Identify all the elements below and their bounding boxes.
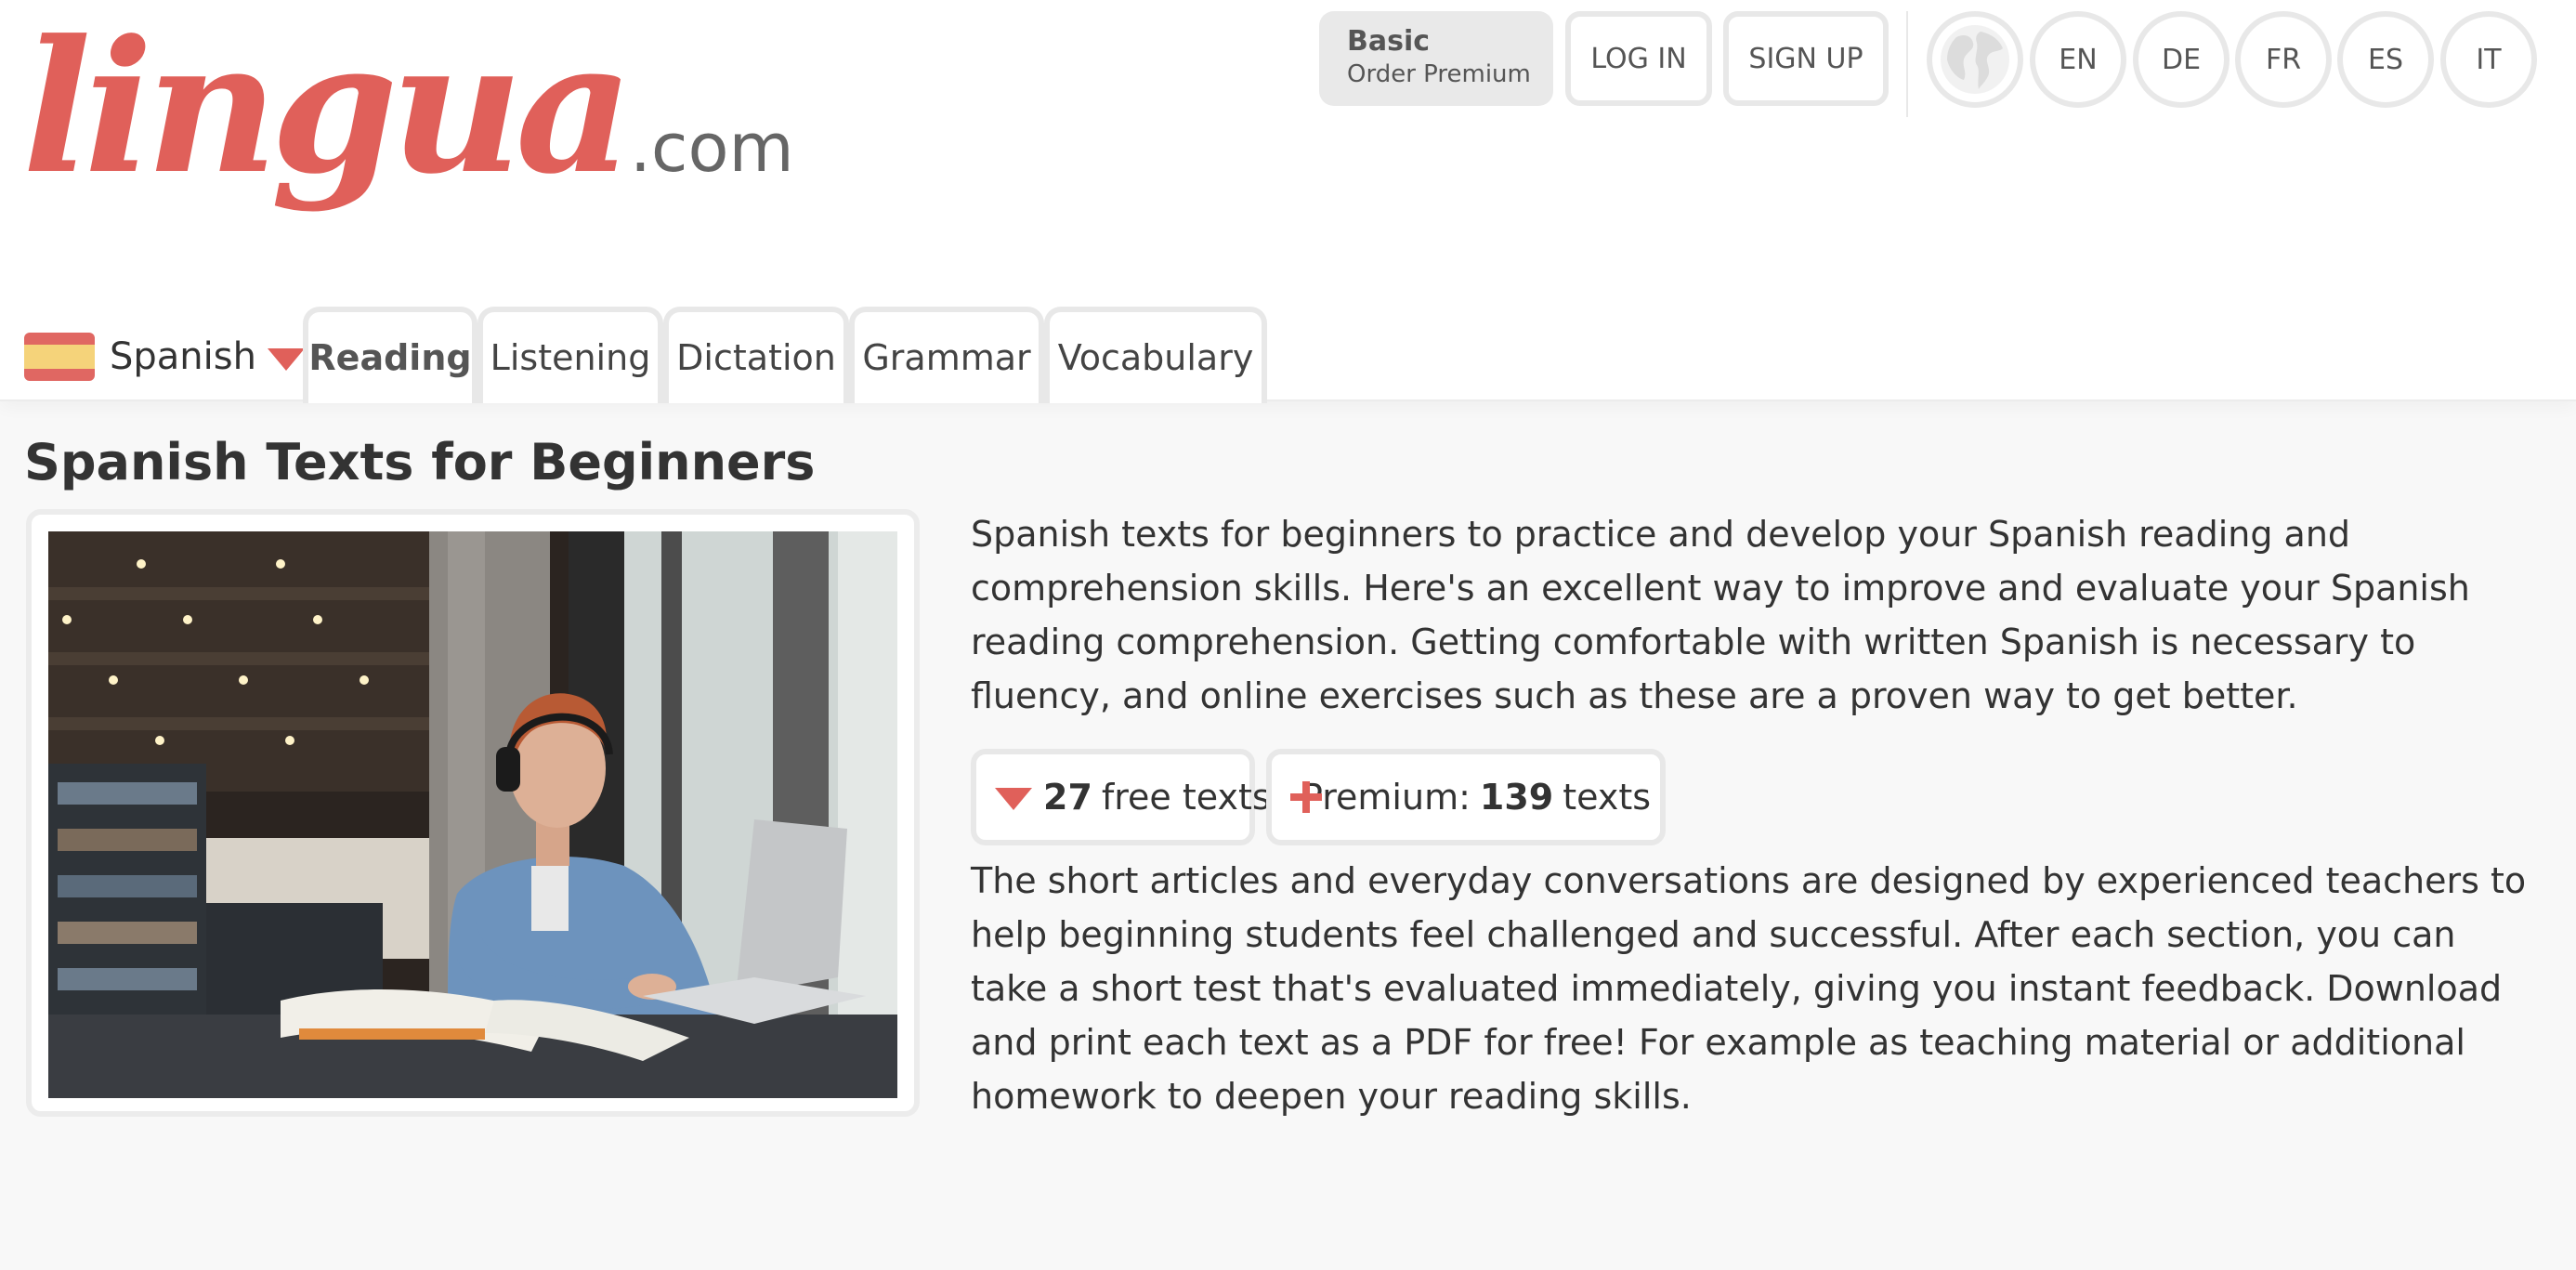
lang-it-button[interactable]: IT: [2440, 11, 2537, 108]
lang-fr-button[interactable]: FR: [2235, 11, 2332, 108]
header-divider: [1906, 11, 1908, 117]
course-language-label: Spanish: [110, 335, 256, 378]
free-label: free texts: [1101, 777, 1271, 818]
premium-texts-chip[interactable]: Premium: 139 texts: [1266, 749, 1666, 845]
spain-flag-icon: [24, 333, 95, 381]
intro-paragraph: Spanish texts for beginners to practice …: [971, 514, 2470, 716]
tab-dictation[interactable]: Dictation: [663, 307, 849, 403]
premium-prefix: Premium:: [1301, 777, 1471, 818]
premium-count: 139: [1479, 777, 1554, 818]
tab-reading[interactable]: Reading: [303, 307, 477, 403]
hero-image-card: [26, 509, 920, 1117]
globe-button[interactable]: [1927, 11, 2023, 108]
body-paragraph: The short articles and everyday conversa…: [971, 860, 2527, 1117]
plan-name: Basic: [1347, 25, 1431, 58]
student-photo: [48, 531, 897, 1098]
caret-down-icon: [267, 348, 305, 371]
lang-en-button[interactable]: EN: [2030, 11, 2126, 108]
site-header: lingua .com Basic Order Premium LOG IN S…: [0, 0, 2576, 403]
tab-vocabulary[interactable]: Vocabulary: [1044, 307, 1267, 403]
lang-de-button[interactable]: DE: [2133, 11, 2229, 108]
tab-grammar[interactable]: Grammar: [849, 307, 1044, 403]
logo-wordmark: lingua: [22, 1, 634, 215]
logo-domain: .com: [629, 109, 794, 187]
free-texts-chip[interactable]: 27 free texts: [971, 749, 1271, 845]
skill-tabs: Reading Listening Dictation Grammar Voca…: [303, 307, 1267, 403]
page-title: Spanish Texts for Beginners: [24, 433, 816, 491]
course-language-select[interactable]: Spanish: [24, 333, 305, 381]
free-count: 27: [1043, 777, 1092, 818]
order-premium-link: Order Premium: [1347, 59, 1531, 88]
lang-es-button[interactable]: ES: [2337, 11, 2434, 108]
login-button[interactable]: LOG IN: [1565, 11, 1712, 106]
caret-down-icon: [995, 788, 1032, 810]
globe-icon: [1941, 25, 2009, 94]
signup-button[interactable]: SIGN UP: [1723, 11, 1889, 106]
plan-button[interactable]: Basic Order Premium: [1319, 11, 1553, 106]
site-logo[interactable]: lingua .com: [22, 17, 794, 199]
tab-listening[interactable]: Listening: [477, 307, 663, 403]
premium-label: texts: [1563, 777, 1652, 818]
